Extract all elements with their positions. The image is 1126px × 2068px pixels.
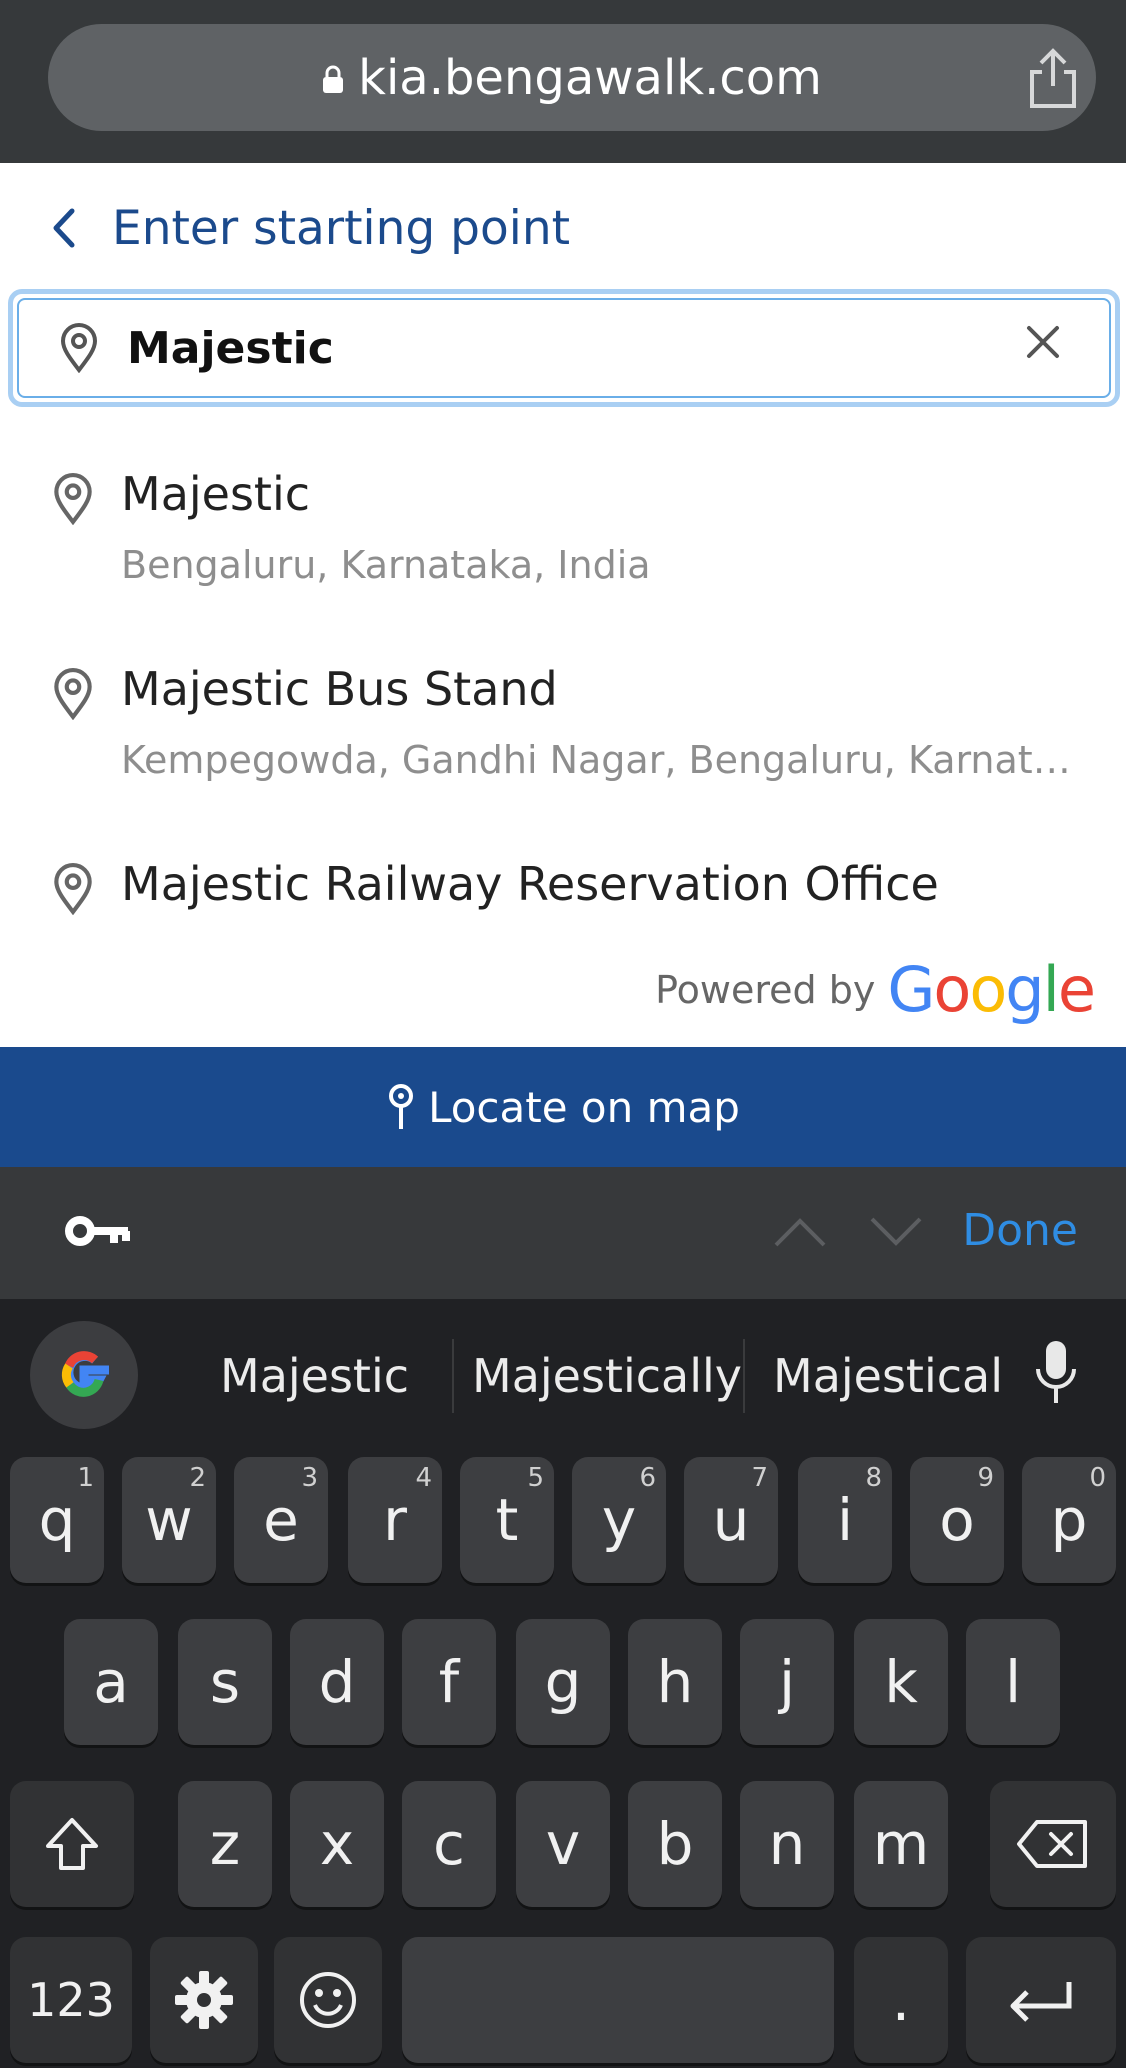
key-u[interactable]: u7: [684, 1457, 778, 1583]
suggestion-title: Majestic Railway Reservation Office: [121, 857, 939, 911]
backspace-key[interactable]: [990, 1781, 1116, 1907]
key-o[interactable]: o9: [910, 1457, 1004, 1583]
key-b[interactable]: b: [628, 1781, 722, 1907]
microphone-icon[interactable]: [1034, 1339, 1078, 1407]
key-h[interactable]: h: [628, 1619, 722, 1745]
browser-toolbar: kia.bengawalk.com: [0, 0, 1126, 163]
space-key[interactable]: [402, 1937, 834, 2063]
map-pin-icon: [60, 323, 98, 373]
key-a[interactable]: a: [64, 1619, 158, 1745]
suggestion-divider: [452, 1339, 454, 1413]
gear-icon: [175, 1971, 233, 2029]
search-field[interactable]: [8, 289, 1120, 407]
numbers-key[interactable]: 123: [10, 1937, 132, 2063]
suggestion-subtitle: Kempegowda, Gandhi Nagar, Bengaluru, Kar…: [121, 738, 1091, 782]
keyboard: Majestic Majestically Majestical q1 w2 e…: [0, 1299, 1126, 2068]
emoji-key[interactable]: [274, 1937, 382, 2063]
address-bar[interactable]: kia.bengawalk.com: [48, 24, 1096, 131]
key-g[interactable]: g: [516, 1619, 610, 1745]
map-pin-icon: [54, 863, 92, 915]
backspace-icon: [1017, 1820, 1087, 1868]
key-z[interactable]: z: [178, 1781, 272, 1907]
suggestion-item[interactable]: Majestic Bus Stand Kempegowda, Gandhi Na…: [0, 662, 1126, 858]
key-y[interactable]: y6: [572, 1457, 666, 1583]
key-l[interactable]: l: [966, 1619, 1060, 1745]
suggestion-subtitle: Bengaluru, Karnataka, India: [121, 543, 651, 587]
share-icon[interactable]: [1020, 46, 1086, 112]
key-v[interactable]: v: [516, 1781, 610, 1907]
app-panel: Enter starting point Majestic Bengaluru,…: [0, 163, 1126, 1047]
key-q[interactable]: q1: [10, 1457, 104, 1583]
locate-label: Locate on map: [428, 1082, 740, 1132]
keyboard-suggestion[interactable]: Majestically: [472, 1349, 742, 1403]
key-i[interactable]: i8: [798, 1457, 892, 1583]
period-key[interactable]: .: [854, 1937, 948, 2063]
page-title: Enter starting point: [112, 200, 571, 256]
key-r[interactable]: r4: [348, 1457, 442, 1583]
chevron-up-icon[interactable]: [772, 1211, 828, 1251]
key-x[interactable]: x: [290, 1781, 384, 1907]
key-f[interactable]: f: [402, 1619, 496, 1745]
done-button[interactable]: Done: [962, 1205, 1078, 1256]
chevron-down-icon[interactable]: [868, 1211, 924, 1251]
suggestion-item[interactable]: Majestic Railway Reservation Office: [0, 857, 1126, 953]
powered-by-label: Powered by: [655, 967, 876, 1012]
suggestion-title: Majestic Bus Stand: [121, 662, 558, 716]
key-c[interactable]: c: [402, 1781, 496, 1907]
key-m[interactable]: m: [854, 1781, 948, 1907]
google-g-icon[interactable]: [30, 1321, 138, 1429]
key-s[interactable]: s: [178, 1619, 272, 1745]
settings-key[interactable]: [150, 1937, 258, 2063]
suggestion-title: Majestic: [121, 467, 311, 521]
google-logo: Google: [887, 953, 1096, 1026]
url-text: kia.bengawalk.com: [358, 49, 822, 106]
map-pin-icon: [54, 668, 92, 720]
key-n[interactable]: n: [740, 1781, 834, 1907]
suggestion-item[interactable]: Majestic Bengaluru, Karnataka, India: [0, 467, 1126, 663]
shift-icon: [46, 1818, 98, 1870]
google-attribution: Powered by Google: [655, 953, 1096, 1026]
close-icon[interactable]: [1019, 318, 1067, 366]
suggestion-divider: [743, 1339, 745, 1413]
key-t[interactable]: t5: [460, 1457, 554, 1583]
lock-icon: [323, 65, 344, 93]
key-j[interactable]: j: [740, 1619, 834, 1745]
map-pin-icon: [389, 1084, 414, 1129]
key-w[interactable]: w2: [122, 1457, 216, 1583]
map-pin-icon: [54, 473, 92, 525]
locate-on-map-button[interactable]: Locate on map: [0, 1047, 1126, 1167]
enter-key[interactable]: [966, 1937, 1116, 2063]
key-icon[interactable]: [64, 1211, 134, 1255]
key-d[interactable]: d: [290, 1619, 384, 1745]
search-input[interactable]: [127, 322, 977, 374]
key-e[interactable]: e3: [234, 1457, 328, 1583]
emoji-icon: [300, 1972, 356, 2028]
key-k[interactable]: k: [854, 1619, 948, 1745]
keyboard-accessory-bar: Done: [0, 1167, 1126, 1299]
key-p[interactable]: p0: [1022, 1457, 1116, 1583]
chevron-left-icon: [53, 208, 75, 248]
keyboard-suggestion[interactable]: Majestical: [773, 1349, 1003, 1403]
enter-icon: [1010, 1982, 1072, 2022]
shift-key[interactable]: [10, 1781, 134, 1907]
keyboard-suggestion[interactable]: Majestic: [220, 1349, 409, 1403]
back-button[interactable]: Enter starting point: [44, 193, 570, 263]
